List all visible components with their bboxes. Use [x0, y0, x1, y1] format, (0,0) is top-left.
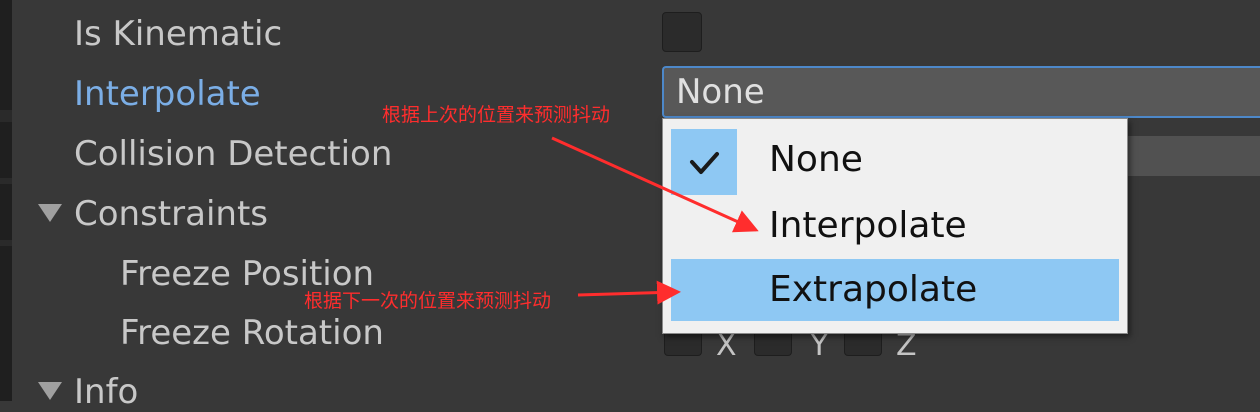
annotation-interpolate-note: 根据上次的位置来预测抖动 — [382, 104, 611, 126]
annotation-extrapolate-note: 根据下一次的位置来预测抖动 — [304, 290, 552, 312]
annotation-arrows — [551, 136, 759, 305]
annotation-arrow-extrapolate — [577, 280, 681, 305]
annotation-arrow-interpolate — [551, 136, 759, 233]
